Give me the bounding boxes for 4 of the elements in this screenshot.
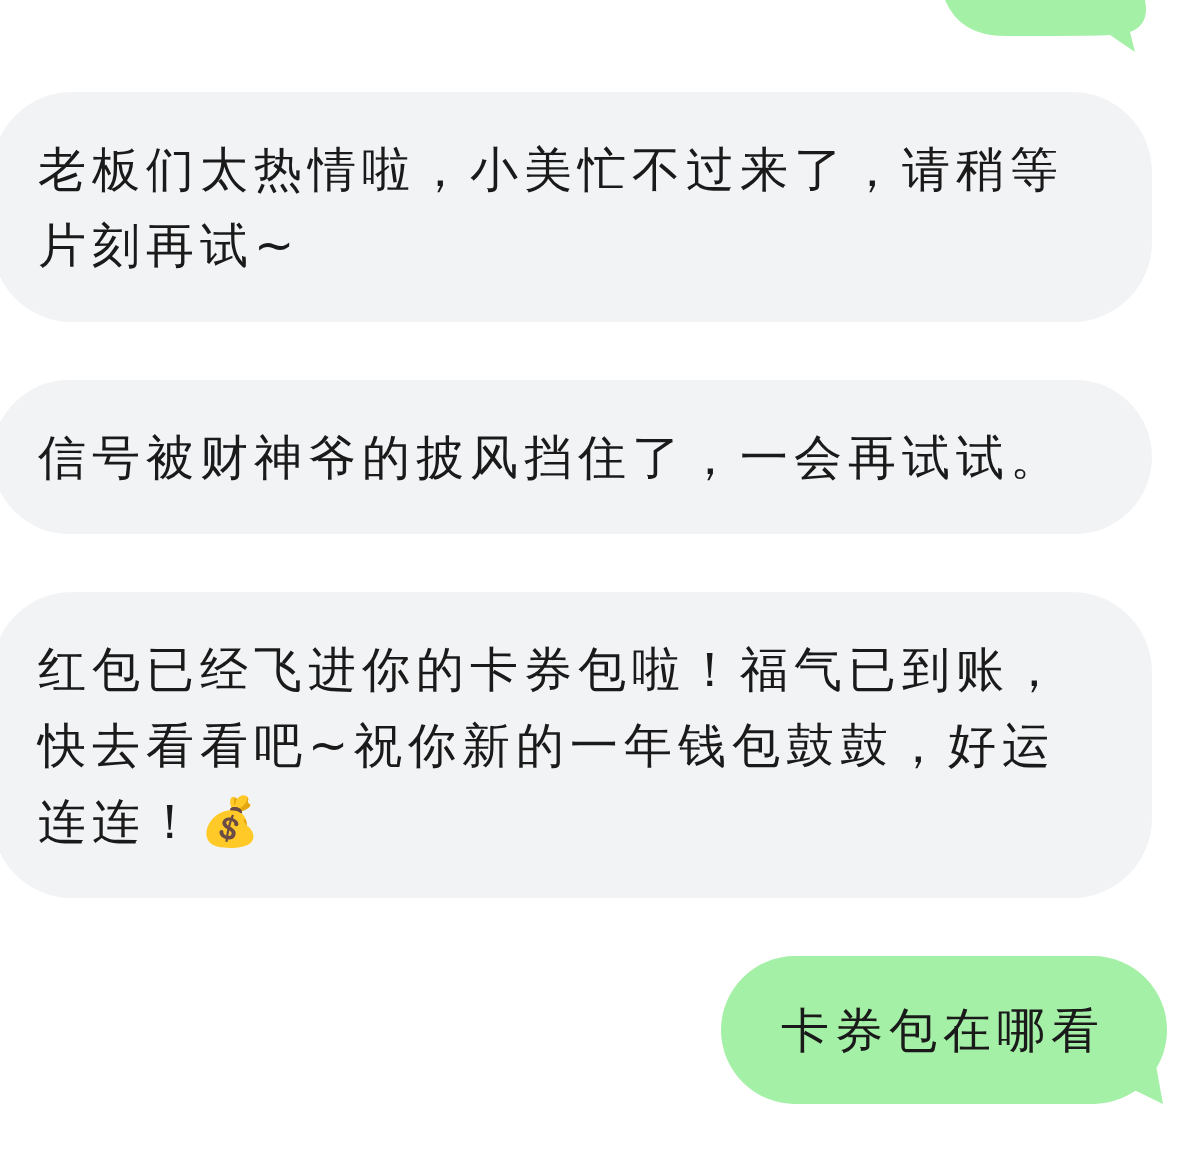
message-bubble: 信号被财神爷的披风挡住了，一会再试试。 [0, 380, 1152, 534]
message-bubble: 老板们太热情啦，小美忙不过来了，请稍等片刻再试~ [0, 92, 1152, 322]
message-bubble: 卡券包在哪看 [721, 956, 1167, 1104]
message-bubble: 红包已经飞进你的卡券包啦！福气已到账，快去看看吧~祝你新的一年钱包鼓鼓，好运连连！💰 [0, 592, 1152, 898]
